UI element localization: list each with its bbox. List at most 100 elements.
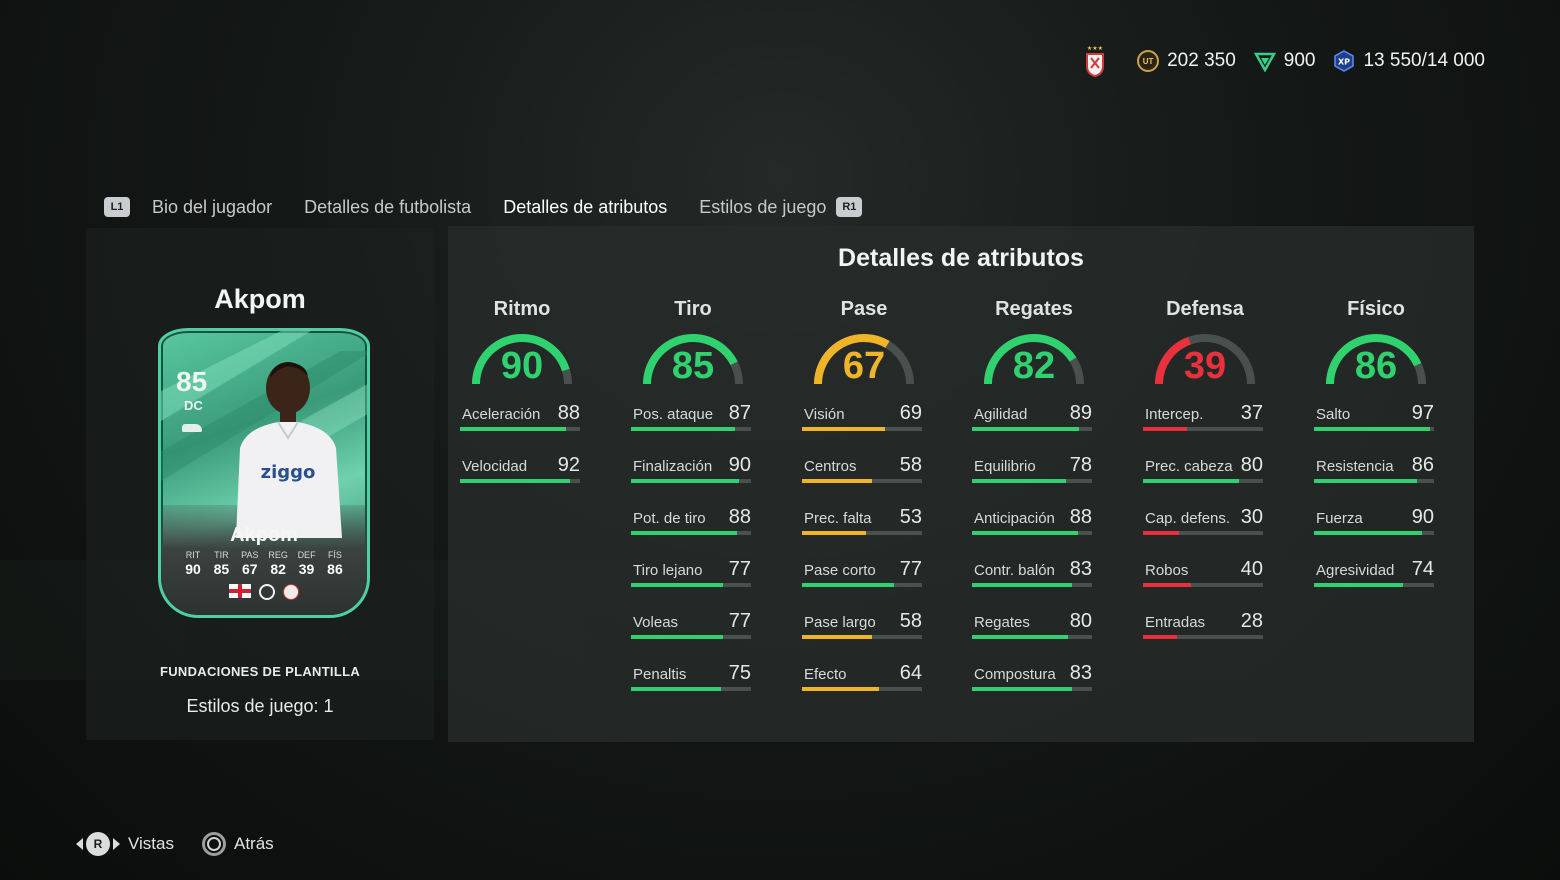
stat-bar-fill [631,687,721,691]
category-value: 85 [671,345,715,387]
stat-row[interactable]: Agresividad 74 [1314,558,1438,614]
category-title: Físico [1347,298,1405,320]
stat-bar-fill [1314,583,1403,587]
card-stat: FÍS 86 [322,550,348,577]
r-button-icon: R [86,832,110,856]
stat-bar-track [972,531,1092,535]
coins-value: 202 350 [1167,50,1236,71]
stat-bar-track [802,687,922,691]
stat-name: Velocidad [462,458,528,475]
attributes-title: Detalles de atributos [838,244,1084,272]
stat-row[interactable]: Entradas 28 [1143,610,1267,666]
stat-bar-track [631,531,751,535]
stat-list: Pos. ataque 87 Finalización 90 Pot. de tiro 8… [631,402,755,718]
stat-bar-track [631,687,751,691]
stat-row[interactable]: Regates 80 [972,610,1096,666]
attributes-panel: Detalles de atributos Ritmo 90 Aceleración… [448,226,1474,742]
stat-row[interactable]: Robos 40 [1143,558,1267,614]
stat-row[interactable]: Fuerza 90 [1314,506,1438,562]
back-label[interactable]: Atrás [234,834,274,854]
coins-icon: UT [1137,50,1160,72]
player-panel: Akpom ziggo 85 DC Akpom RIT 90 TIR 85 PA… [86,228,434,740]
stat-bar-track [802,479,922,483]
category-value: 39 [1183,345,1227,387]
r1-button-icon[interactable]: R1 [836,197,863,217]
tab-playstyles[interactable]: Estilos de juego [699,197,826,218]
stat-row[interactable]: Prec. falta 53 [802,506,926,562]
stat-bar-track [1314,583,1434,587]
stat-row[interactable]: Centros 58 [802,454,926,510]
stat-value: 90 [1411,506,1434,528]
stat-bar-track [802,635,922,639]
stat-bar-track [1143,479,1263,483]
player-photo: ziggo [226,348,346,538]
stat-row[interactable]: Anticipación 88 [972,506,1096,562]
stat-value: 78 [1069,454,1092,476]
tab-player-details[interactable]: Detalles de futbolista [304,197,471,218]
category-value: 82 [1012,345,1056,387]
stat-row[interactable]: Pos. ataque 87 [631,402,755,458]
stat-bar-track [460,427,580,431]
tab-attribute-details[interactable]: Detalles de atributos [503,197,667,218]
stat-bar-fill [460,427,566,431]
circle-button-icon[interactable] [202,832,226,856]
stat-row[interactable]: Pot. de tiro 88 [631,506,755,562]
stat-value: 58 [899,454,922,476]
stat-value: 88 [1069,506,1092,528]
stat-name: Salto [1316,406,1351,423]
stat-bar-fill [972,635,1068,639]
stat-row[interactable]: Efecto 64 [802,662,926,718]
stat-row[interactable]: Aceleración 88 [460,402,584,458]
stat-name: Voleas [633,614,679,631]
stat-row[interactable]: Penaltis 75 [631,662,755,718]
stat-name: Agresividad [1316,562,1395,579]
stat-list: Salto 97 Resistencia 86 Fuerza 90 Agresividad 7… [1314,402,1438,614]
stat-list: Aceleración 88 Velocidad 92 [460,402,584,510]
stat-name: Prec. cabeza [1145,458,1233,475]
stat-row[interactable]: Intercep. 37 [1143,402,1267,458]
stat-name: Tiro lejano [633,562,703,579]
right-stick-icon[interactable]: R [76,832,120,856]
attribute-column: Regates 82 Agilidad 89 Equilibrio 78 Anticipac… [972,298,1096,718]
stat-name: Pase largo [804,614,876,631]
views-label[interactable]: Vistas [128,834,174,854]
stat-name: Entradas [1145,614,1206,631]
stat-name: Equilibrio [974,458,1036,475]
attribute-column: Pase 67 Visión 69 Centros 58 Prec. falta 53 Pase… [802,298,926,718]
stat-value: 77 [728,610,751,632]
category-gauge: 39 [1153,332,1257,388]
stat-row[interactable]: Contr. balón 83 [972,558,1096,614]
stat-row[interactable]: Agilidad 89 [972,402,1096,458]
stat-row[interactable]: Voleas 77 [631,610,755,666]
stat-bar-fill [631,531,737,535]
stat-bar-fill [1143,635,1177,639]
stat-row[interactable]: Salto 97 [1314,402,1438,458]
stat-row[interactable]: Pase corto 77 [802,558,926,614]
stat-row[interactable]: Visión 69 [802,402,926,458]
card-stat-label: RIT [185,550,201,560]
stat-row[interactable]: Compostura 83 [972,662,1096,718]
l1-button-icon[interactable]: L1 [104,197,130,217]
xp-display: XP 13 550/14 000 [1333,50,1485,72]
stat-value: 53 [899,506,922,528]
stat-row[interactable]: Finalización 90 [631,454,755,510]
stat-row[interactable]: Pase largo 58 [802,610,926,666]
stat-row[interactable]: Cap. defens. 30 [1143,506,1267,562]
stat-name: Visión [804,406,845,423]
stat-row[interactable]: Resistencia 86 [1314,454,1438,510]
points-value: 900 [1283,50,1316,71]
stat-row[interactable]: Equilibrio 78 [972,454,1096,510]
stat-bar-track [631,635,751,639]
card-stat-label: PAS [241,550,259,560]
stat-row[interactable]: Tiro lejano 77 [631,558,755,614]
tab-bio[interactable]: Bio del jugador [152,197,272,218]
stat-bar-track [1143,531,1263,535]
player-card[interactable]: ziggo 85 DC Akpom RIT 90 TIR 85 PAS 67 REG 8… [158,328,370,618]
xp-icon: XP [1333,50,1355,72]
stat-bar-track [802,531,922,535]
stat-value: 77 [728,558,751,580]
stat-row[interactable]: Velocidad 92 [460,454,584,510]
stat-value: 40 [1240,558,1263,580]
stat-row[interactable]: Prec. cabeza 80 [1143,454,1267,510]
stat-bar-fill [972,687,1072,691]
